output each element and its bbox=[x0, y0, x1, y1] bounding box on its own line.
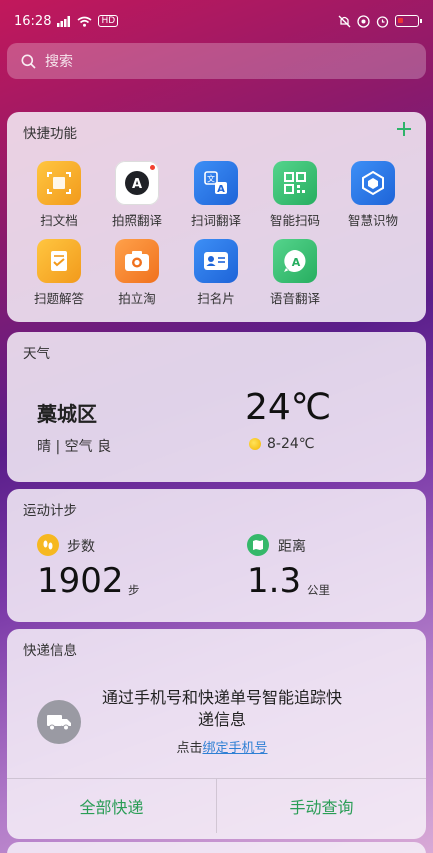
bind-prefix: 点击 bbox=[176, 741, 203, 756]
business-card-icon bbox=[194, 239, 238, 283]
add-shortcut-button[interactable] bbox=[394, 118, 414, 140]
bind-phone-link[interactable]: 绑定手机号 bbox=[203, 741, 268, 756]
scan-word-translate-icon: 文A bbox=[194, 161, 238, 205]
weather-title: 天气 bbox=[23, 346, 50, 362]
search-icon bbox=[21, 54, 36, 69]
shortcut-label: 扫词翻译 bbox=[190, 213, 241, 228]
weather-temperature: 24℃ bbox=[245, 387, 332, 428]
manual-query-button[interactable]: 手动查询 bbox=[216, 779, 426, 833]
all-express-button[interactable]: 全部快递 bbox=[7, 779, 216, 833]
distance-unit: 公里 bbox=[307, 583, 330, 597]
photo-translate-icon: A bbox=[115, 161, 159, 205]
footprint-icon bbox=[37, 534, 59, 556]
mute-bell-icon bbox=[338, 15, 351, 27]
shortcut-label: 扫文档 bbox=[40, 213, 78, 228]
shortcut-object-recognition[interactable]: 智慧识物 bbox=[335, 161, 411, 229]
voice-translate-icon: A bbox=[273, 239, 317, 283]
shortcut-question-solve[interactable]: 扫题解答 bbox=[21, 239, 97, 307]
weather-city: 藁城区 bbox=[37, 402, 97, 426]
shortcut-label: 语音翻译 bbox=[269, 291, 320, 306]
steps-card[interactable]: 运动计步 步数 1902 步 距离 1.3 公里 bbox=[7, 489, 426, 622]
steps-label: 步数 bbox=[67, 539, 95, 555]
shortcut-voice-translate[interactable]: A 语音翻译 bbox=[257, 239, 333, 307]
distance-value: 1.3 bbox=[247, 561, 302, 601]
shortcut-label: 拍立淘 bbox=[118, 291, 156, 306]
shortcut-scan-document[interactable]: 扫文档 bbox=[21, 161, 97, 229]
status-bar: 16:28 HD bbox=[0, 0, 433, 42]
svg-text:A: A bbox=[217, 184, 225, 195]
svg-text:A: A bbox=[132, 177, 142, 192]
weather-range: 8-24℃ bbox=[249, 436, 315, 452]
shortcut-scan-word-translate[interactable]: 文A 扫词翻译 bbox=[178, 161, 254, 229]
steps-unit: 步 bbox=[128, 583, 140, 597]
shortcut-camera-shop[interactable]: 拍立淘 bbox=[99, 239, 175, 307]
steps-title: 运动计步 bbox=[23, 503, 77, 519]
truck-icon bbox=[37, 700, 81, 744]
qr-code-icon bbox=[273, 161, 317, 205]
express-title: 快递信息 bbox=[23, 643, 77, 659]
shortcut-label: 智能扫码 bbox=[269, 213, 320, 228]
search-placeholder: 搜索 bbox=[45, 54, 73, 70]
alarm-icon bbox=[376, 15, 389, 28]
battery-icon bbox=[395, 15, 422, 27]
svg-text:文: 文 bbox=[207, 174, 215, 184]
express-message: 通过手机号和快递单号智能追踪快递信息 bbox=[101, 688, 342, 729]
weather-card[interactable]: 天气 藁城区 晴 | 空气 良 24℃ 8-24℃ bbox=[7, 332, 426, 482]
shortcut-photo-translate[interactable]: A 拍照翻译 bbox=[99, 161, 175, 229]
shortcut-label: 智慧识物 bbox=[347, 213, 398, 228]
wifi-icon bbox=[77, 16, 92, 27]
bind-phone-row: 点击绑定手机号 bbox=[97, 737, 347, 756]
next-card-peek bbox=[7, 842, 426, 853]
eye-comfort-icon bbox=[357, 14, 370, 28]
search-bar[interactable]: 搜索 bbox=[7, 43, 426, 79]
object-recognition-icon bbox=[351, 161, 395, 205]
shortcuts-card: 快捷功能 扫文档 A 拍照翻译 文A 扫词翻译 智能扫码 智慧识物 扫题解答 拍… bbox=[7, 112, 426, 322]
shortcut-label: 拍照翻译 bbox=[111, 213, 162, 228]
svg-text:A: A bbox=[292, 256, 301, 269]
status-time: 16:28 bbox=[14, 13, 52, 29]
weather-condition: 晴 | 空气 良 bbox=[37, 439, 112, 455]
steps-value: 1902 bbox=[37, 561, 124, 601]
distance-icon bbox=[247, 534, 269, 556]
camera-shop-icon bbox=[115, 239, 159, 283]
weather-range-text: 8-24℃ bbox=[267, 436, 315, 452]
scan-document-icon bbox=[37, 161, 81, 205]
sun-icon bbox=[249, 438, 261, 450]
express-actions: 全部快递 手动查询 bbox=[7, 778, 426, 833]
network-hd-badge: HD bbox=[98, 15, 119, 27]
shortcut-business-card[interactable]: 扫名片 bbox=[178, 239, 254, 307]
shortcut-qr-scan[interactable]: 智能扫码 bbox=[257, 161, 333, 229]
shortcut-label: 扫题解答 bbox=[33, 291, 84, 306]
shortcuts-title: 快捷功能 bbox=[23, 126, 77, 142]
distance-label: 距离 bbox=[278, 539, 306, 555]
express-card: 快递信息 通过手机号和快递单号智能追踪快递信息 点击绑定手机号 全部快递 手动查… bbox=[7, 629, 426, 839]
question-solve-icon bbox=[37, 239, 81, 283]
signal-icon bbox=[57, 15, 71, 27]
shortcut-label: 扫名片 bbox=[197, 291, 235, 306]
